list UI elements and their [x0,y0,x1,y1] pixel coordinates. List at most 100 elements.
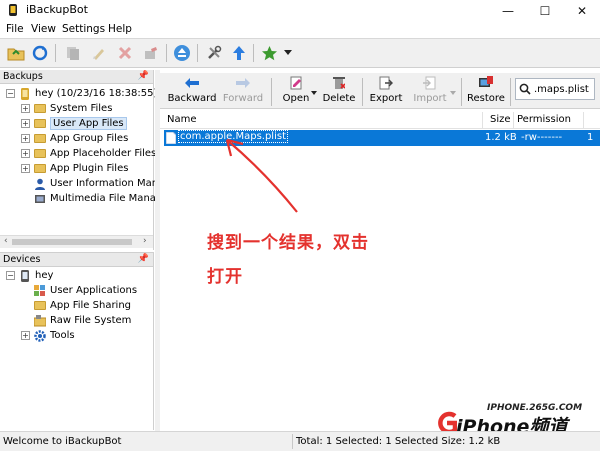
expand-icon[interactable]: + [21,104,30,113]
tree-item-app-group-files[interactable]: + App Group Files [21,131,164,146]
upload-icon[interactable] [229,44,249,62]
annotation-line-2: 打开 [207,267,243,287]
export-button[interactable]: Export [368,76,404,108]
status-bar: Welcome to iBackupBot Total: 1 Selected:… [0,431,600,451]
tree-item-label: User App Files [50,117,127,130]
toolbar-separator [55,44,56,62]
devices-panel: Devices 📌 − hey User Applications App Fi… [0,252,154,430]
edit-icon[interactable] [141,44,161,62]
tree-item-app-file-sharing[interactable]: App File Sharing [33,298,137,313]
file-permission: -rw------- [521,132,563,143]
forward-button[interactable]: Forward [222,76,264,108]
backup-root[interactable]: − hey (10/23/16 18:38:55) [6,86,164,101]
tree-item-user-applications[interactable]: User Applications [33,283,137,298]
window-title: iBackupBot [26,3,88,16]
star-icon[interactable] [259,44,279,62]
open-folder-icon[interactable] [6,44,26,62]
trash-icon [331,76,347,90]
minimize-button[interactable]: — [490,0,526,21]
tree-item-user-information[interactable]: User Information Mana [21,176,164,191]
toolbar-separator [461,78,462,106]
annotation-arrow [225,138,298,213]
maximize-button[interactable]: ☐ [527,0,563,21]
back-arrow-icon [184,76,200,90]
gear-icon [33,329,46,342]
restore-icon [478,76,494,90]
search-icon [516,83,534,95]
column-permission[interactable]: Permission [517,114,571,125]
tree-item-label: System Files [50,103,113,114]
menu-help[interactable]: Help [108,23,132,35]
import-dropdown-icon[interactable] [450,87,456,98]
folder-icon [33,133,46,145]
forward-label: Forward [222,93,264,104]
clean-icon[interactable] [89,44,109,62]
import-label: Import [413,93,447,104]
scroll-thumb[interactable] [12,239,132,245]
expand-icon[interactable]: + [21,331,30,340]
menu-file[interactable]: File [6,23,24,35]
import-icon [422,76,438,90]
tree-item-app-placeholder-files[interactable]: + App Placeholder Files [21,146,164,161]
tree-item-label: App File Sharing [50,300,132,311]
document-icon [165,131,177,147]
search-box[interactable]: .maps.plist [515,78,595,100]
delete-icon[interactable] [115,44,135,62]
tree-item-multimedia-file[interactable]: Multimedia File Manag [21,191,164,206]
expand-icon[interactable]: + [21,149,30,158]
expand-icon[interactable]: + [21,119,30,128]
pin-icon[interactable]: 📌 [138,253,149,266]
annotation-text: 搜到一个结果，双击 打开 [207,226,369,294]
open-button[interactable]: Open [280,76,312,108]
close-button[interactable]: ✕ [564,0,600,21]
dropdown-arrow-icon[interactable] [282,44,294,62]
column-size[interactable]: Size [490,114,511,125]
column-divider[interactable] [513,112,514,129]
pin-icon[interactable]: 📌 [138,70,149,83]
folder-icon [33,103,46,115]
expand-icon[interactable]: + [21,134,30,143]
collapse-icon[interactable]: − [6,271,15,280]
tree-item-user-app-files[interactable]: + User App Files [21,116,164,131]
open-dropdown-icon[interactable] [311,87,317,98]
backups-panel: Backups 📌 − hey (10/23/16 18:38:55) + Sy… [0,70,164,250]
tools-icon[interactable] [204,44,224,62]
column-divider[interactable] [583,112,584,129]
export-label: Export [369,93,403,104]
collapse-icon[interactable]: − [6,89,15,98]
menu-settings[interactable]: Settings [62,23,105,35]
tree-item-label: Multimedia File Manag [50,193,163,204]
expand-icon[interactable]: + [21,164,30,173]
scroll-right-icon[interactable]: › [143,236,147,246]
toolbar-separator [166,44,167,62]
tree-item-app-plugin-files[interactable]: + App Plugin Files [21,161,164,176]
import-button[interactable]: Import [412,76,448,108]
delete-button[interactable]: Delete [322,76,356,108]
annotation-line-1: 搜到一个结果，双击 [207,233,369,253]
edit-document-icon [288,76,304,90]
refresh-icon[interactable] [30,44,50,62]
menu-view[interactable]: View [31,23,56,35]
tree-item-tools[interactable]: + Tools [6,328,137,343]
toolbar-separator [362,78,363,106]
copy-icon[interactable] [63,44,83,62]
status-divider [292,434,293,449]
device-root[interactable]: − hey [6,268,137,283]
folder-icon [33,163,46,175]
eject-icon[interactable] [172,44,192,62]
restore-button[interactable]: Restore [467,76,505,108]
tree-item-system-files[interactable]: + System Files [21,101,164,116]
column-name[interactable]: Name [167,114,197,125]
backward-button[interactable]: Backward [168,76,216,108]
backup-root-label: hey (10/23/16 18:38:55) [35,88,158,99]
folder-icon [33,148,46,160]
backups-horizontal-scrollbar[interactable]: ‹ › [0,235,153,248]
toolbar-separator [271,78,272,106]
scroll-left-icon[interactable]: ‹ [4,236,8,246]
restore-label: Restore [467,93,505,104]
tree-item-raw-file-system[interactable]: Raw File System [33,313,137,328]
search-input[interactable]: .maps.plist [534,84,589,95]
tree-item-label: Tools [50,330,75,341]
tree-item-label: Raw File System [50,315,132,326]
column-divider[interactable] [482,112,483,129]
